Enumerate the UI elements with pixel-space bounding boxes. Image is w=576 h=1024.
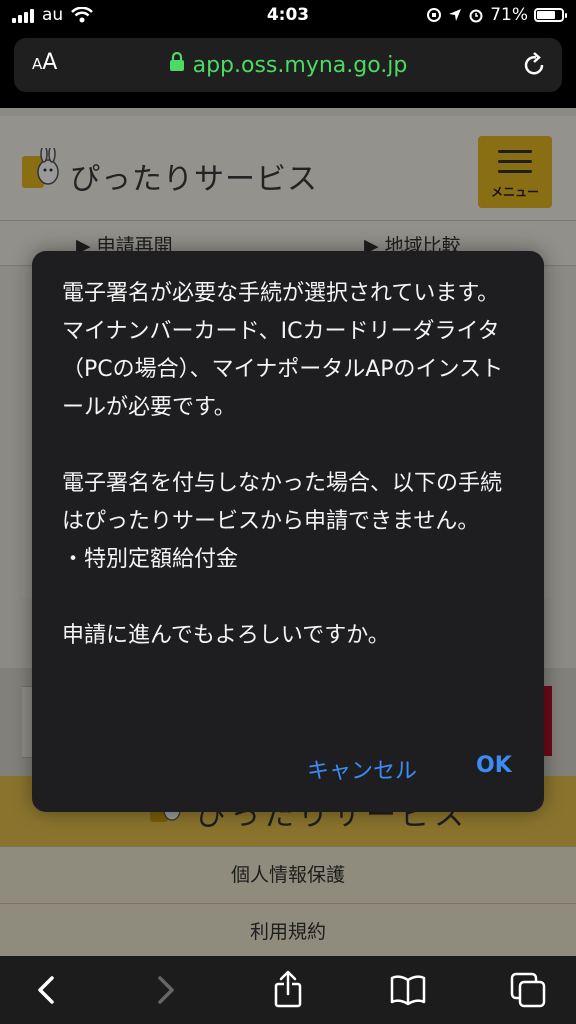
bookmarks-icon[interactable] — [386, 968, 430, 1012]
battery-fill — [537, 11, 556, 19]
alert-dialog: 電子署名が必要な手続が選択されています。 マイナンバーカード、ICカードリーダラ… — [32, 251, 544, 812]
alert-message: 電子署名が必要な手続が選択されています。 マイナンバーカード、ICカードリーダラ… — [62, 281, 504, 648]
forward-icon[interactable] — [142, 968, 186, 1012]
browser-chrome: AA app.oss.myna.go.jp — [0, 32, 576, 108]
orientation-lock-icon — [427, 8, 442, 22]
ok-button[interactable]: OK — [476, 753, 512, 778]
lock-icon — [169, 51, 185, 78]
browser-toolbar — [0, 956, 576, 1024]
tabs-icon[interactable] — [506, 968, 550, 1012]
alarm-icon — [469, 9, 483, 23]
reload-icon[interactable] — [522, 52, 546, 84]
location-icon — [449, 9, 462, 21]
battery-percent: 71% — [490, 5, 528, 25]
share-icon[interactable] — [266, 968, 310, 1012]
address-bar[interactable]: AA app.oss.myna.go.jp — [14, 38, 562, 92]
back-icon[interactable] — [26, 968, 70, 1012]
status-bar: au 4:03 71% — [0, 0, 576, 32]
battery-icon — [534, 8, 567, 22]
status-right: 71% — [426, 5, 567, 25]
url-text: app.oss.myna.go.jp — [192, 53, 408, 78]
cancel-button[interactable]: キャンセル — [307, 753, 417, 785]
url-display[interactable]: app.oss.myna.go.jp — [14, 51, 562, 78]
